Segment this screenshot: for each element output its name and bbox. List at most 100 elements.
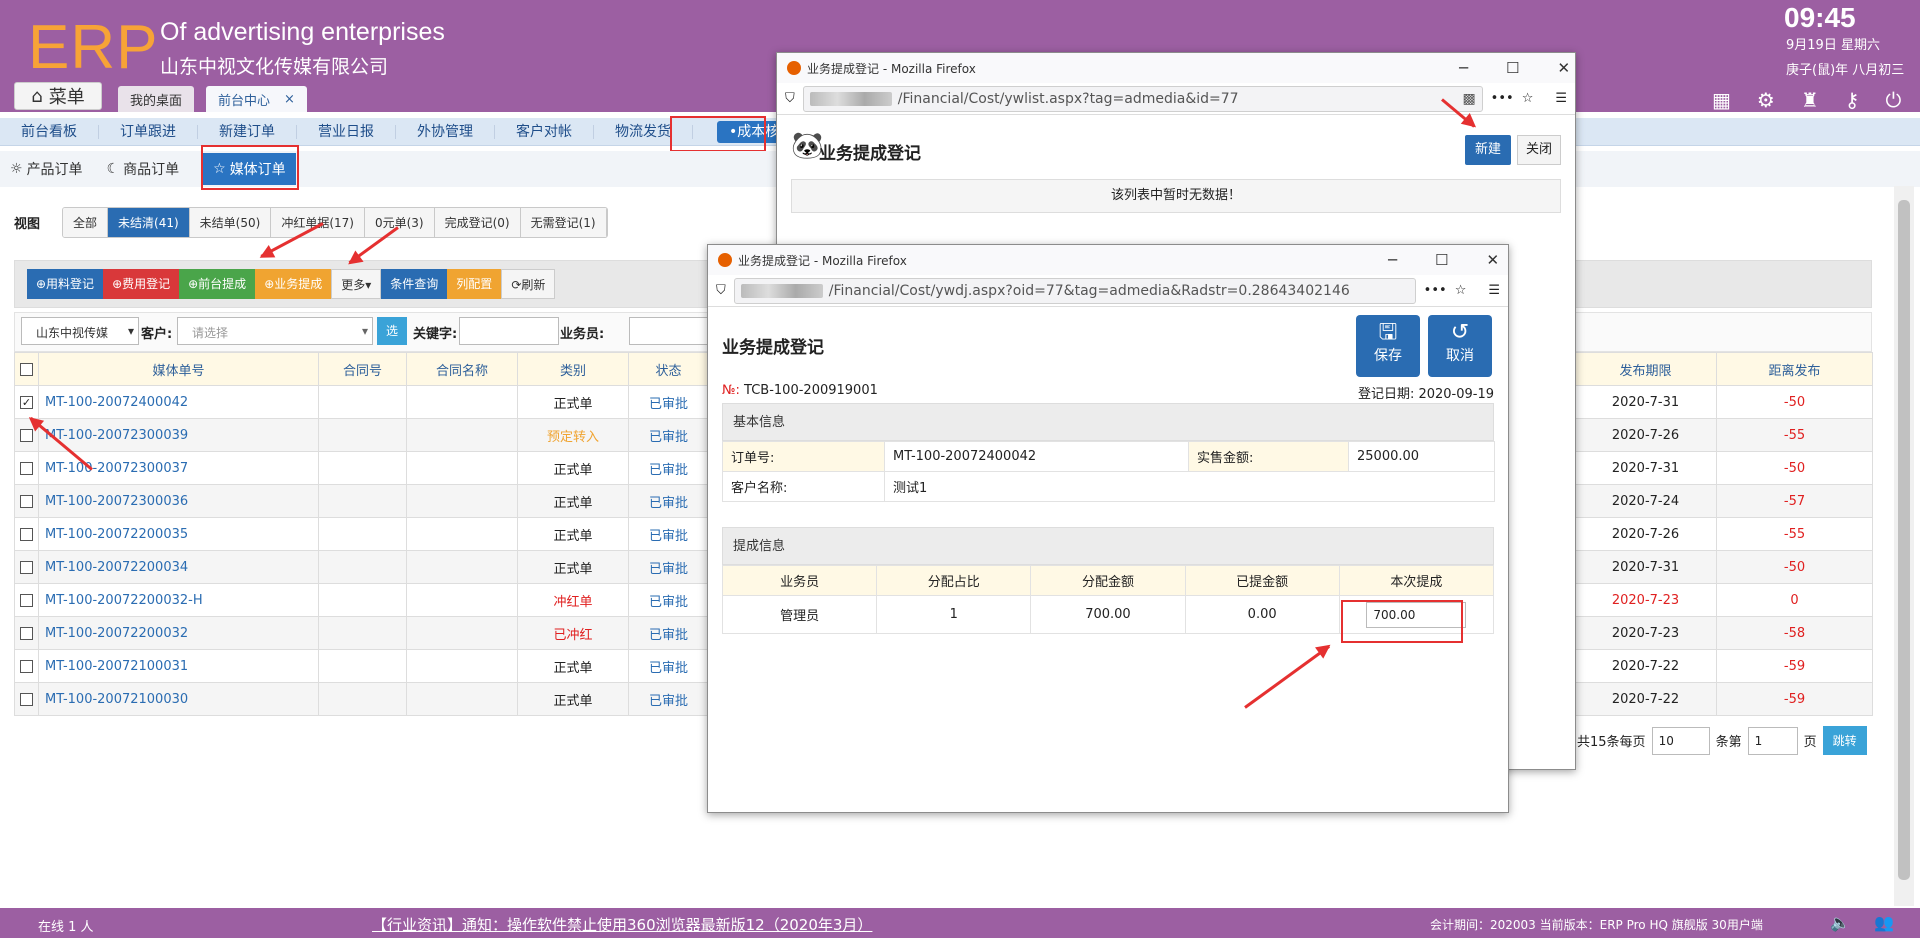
media-no-link[interactable]: MT-100-20072300037 (38, 451, 319, 485)
maximize-icon[interactable]: ☐ (1435, 251, 1448, 269)
media-no-link[interactable]: MT-100-20072300039 (38, 418, 319, 452)
media-no-link[interactable]: MT-100-20072400042 (38, 385, 319, 419)
tab-my-desktop[interactable]: 我的桌面 (118, 86, 195, 112)
row-checkbox[interactable]: ✓ (20, 395, 33, 409)
more-icon[interactable]: ••• (1491, 91, 1514, 106)
filter-zero[interactable]: 0元单(3) (364, 208, 435, 237)
close-button[interactable]: 关闭 (1517, 135, 1561, 165)
col-contract-no[interactable]: 合同号 (318, 352, 407, 386)
col-status[interactable]: 状态 (628, 352, 709, 386)
form-number: TCB-100-200919001 (744, 383, 878, 398)
save-button[interactable]: 🖫 保存 (1356, 315, 1420, 377)
filter-unsettled[interactable]: 未结清(41) (108, 208, 190, 237)
row-checkbox[interactable] (20, 593, 33, 607)
close-icon[interactable]: ✕ (1486, 251, 1499, 269)
bookmark-star-icon[interactable]: ☆ (1522, 91, 1534, 106)
grid-icon[interactable]: ▦ (1712, 88, 1731, 112)
qr-icon[interactable]: ▩ (1462, 91, 1475, 107)
media-no-link[interactable]: MT-100-20072300036 (38, 484, 319, 518)
media-no-link[interactable]: MT-100-20072200032-H (38, 583, 319, 617)
media-no-link[interactable]: MT-100-20072100030 (38, 682, 319, 716)
maximize-icon[interactable]: ☐ (1506, 59, 1519, 77)
page-input[interactable]: 1 (1747, 726, 1798, 755)
menu-button[interactable]: ⌂ 菜单 (14, 82, 102, 110)
bookmark-star-icon[interactable]: ☆ (1455, 283, 1467, 298)
row-checkbox[interactable] (20, 659, 33, 673)
media-no-link[interactable]: MT-100-20072100031 (38, 649, 319, 683)
media-no-link[interactable]: MT-100-20072200032 (38, 616, 319, 650)
col-media-no[interactable]: 媒体单号 (38, 352, 319, 386)
media-no-link[interactable]: MT-100-20072200034 (38, 550, 319, 584)
row-checkbox[interactable] (20, 626, 33, 640)
close-icon[interactable]: ✕ (1557, 59, 1570, 77)
expense-button[interactable]: ⊕费用登记 (103, 269, 180, 299)
company-select[interactable]: 山东中视传媒 ▾ (21, 317, 139, 345)
cancel-button[interactable]: ↺ 取消 (1428, 315, 1492, 377)
nav-daily-report[interactable]: 营业日报 (297, 124, 396, 139)
minimize-icon[interactable]: ─ (1459, 59, 1468, 77)
filter-all[interactable]: 全部 (63, 208, 109, 237)
page-scrollbar[interactable] (1894, 186, 1914, 906)
highlight-box (1341, 600, 1463, 643)
refresh-button[interactable]: ⟳刷新 (501, 269, 556, 299)
per-page-select[interactable]: 10 (1651, 726, 1710, 755)
col-deadline[interactable]: 发布期限 (1574, 352, 1717, 386)
company-name-en: Of advertising enterprises (160, 18, 445, 46)
query-button[interactable]: 条件查询 (381, 269, 448, 299)
close-icon[interactable]: × (284, 92, 295, 107)
business-commission-button[interactable]: ⊕业务提成 (255, 269, 332, 299)
row-checkbox[interactable] (20, 494, 33, 508)
hamburger-icon[interactable]: ☰ (1555, 91, 1567, 106)
row-checkbox[interactable] (20, 527, 33, 541)
moon-icon: ☾ (106, 161, 120, 177)
material-button[interactable]: ⊕用料登记 (27, 269, 104, 299)
row-checkbox[interactable] (20, 461, 33, 475)
row-checkbox[interactable] (20, 428, 33, 442)
filter-none[interactable]: 无需登记(1) (520, 208, 607, 237)
filter-done[interactable]: 完成登记(0) (434, 208, 521, 237)
nav-order-follow[interactable]: 订单跟进 (99, 124, 198, 139)
media-no-link[interactable]: MT-100-20072200035 (38, 517, 319, 551)
key-icon[interactable]: ⚷ (1845, 88, 1860, 112)
shirt-icon[interactable]: ♜ (1801, 88, 1819, 112)
basic-info-title: 基本信息 (722, 403, 1494, 441)
gear-icon[interactable]: ⚙ (1757, 88, 1775, 112)
speaker-icon[interactable]: 🔈 (1830, 913, 1850, 932)
client-select[interactable]: 请选择 ▾ (177, 317, 373, 345)
new-button[interactable]: 新建 (1465, 135, 1511, 165)
col-distance[interactable]: 距离发布 (1716, 352, 1873, 386)
users-icon[interactable]: 👥 (1874, 913, 1894, 932)
window-title: 业务提成登记 - Mozilla Firefox (738, 253, 907, 268)
keyword-input[interactable] (459, 317, 559, 345)
alloc-cell: 700.00 (1030, 595, 1186, 634)
minimize-icon[interactable]: ─ (1388, 251, 1397, 269)
col-contract-name[interactable]: 合同名称 (406, 352, 518, 386)
news-link[interactable]: 【行业资讯】通知：操作软件禁止使用360浏览器最新版12（2020年3月） (372, 914, 872, 935)
select-all-checkbox[interactable] (20, 362, 33, 376)
nav-front-board[interactable]: 前台看板 (0, 124, 99, 139)
filter-reversed[interactable]: 冲红单据(17) (271, 208, 365, 237)
row-checkbox[interactable] (20, 560, 33, 574)
subnav-goods-order[interactable]: ☾ 商品订单 (107, 159, 180, 179)
front-commission-button[interactable]: ⊕前台提成 (179, 269, 256, 299)
hamburger-icon[interactable]: ☰ (1488, 283, 1500, 298)
nav-new-order[interactable]: 新建订单 (198, 124, 297, 139)
go-button[interactable]: 跳转 (1822, 726, 1867, 755)
tab-front-center[interactable]: 前台中心 × (206, 86, 307, 112)
col-type[interactable]: 类别 (517, 352, 629, 386)
row-checkbox[interactable] (20, 692, 33, 706)
more-button[interactable]: 更多▾ (331, 269, 382, 299)
more-icon[interactable]: ••• (1424, 283, 1447, 298)
choose-button[interactable]: 选 (377, 317, 407, 345)
power-icon[interactable]: ⏻ (1885, 88, 1901, 112)
filter-unclosed[interactable]: 未结单(50) (189, 208, 272, 237)
nav-outsource[interactable]: 外协管理 (396, 124, 495, 139)
address-bar[interactable]: /Financial/Cost/ywdj.aspx?oid=77&tag=adm… (733, 277, 1416, 304)
scroll-thumb[interactable] (1898, 200, 1910, 880)
subnav-product-order[interactable]: ☼ 产品订单 (10, 159, 83, 179)
address-bar[interactable]: /Financial/Cost/ywlist.aspx?tag=admedia&… (802, 85, 1483, 112)
total-text: 共15条每页 (1577, 735, 1646, 750)
columns-button[interactable]: 列配置 (447, 269, 502, 299)
amount-value: 25000.00 (1348, 441, 1495, 472)
nav-client-reconcile[interactable]: 客户对帐 (495, 124, 594, 139)
